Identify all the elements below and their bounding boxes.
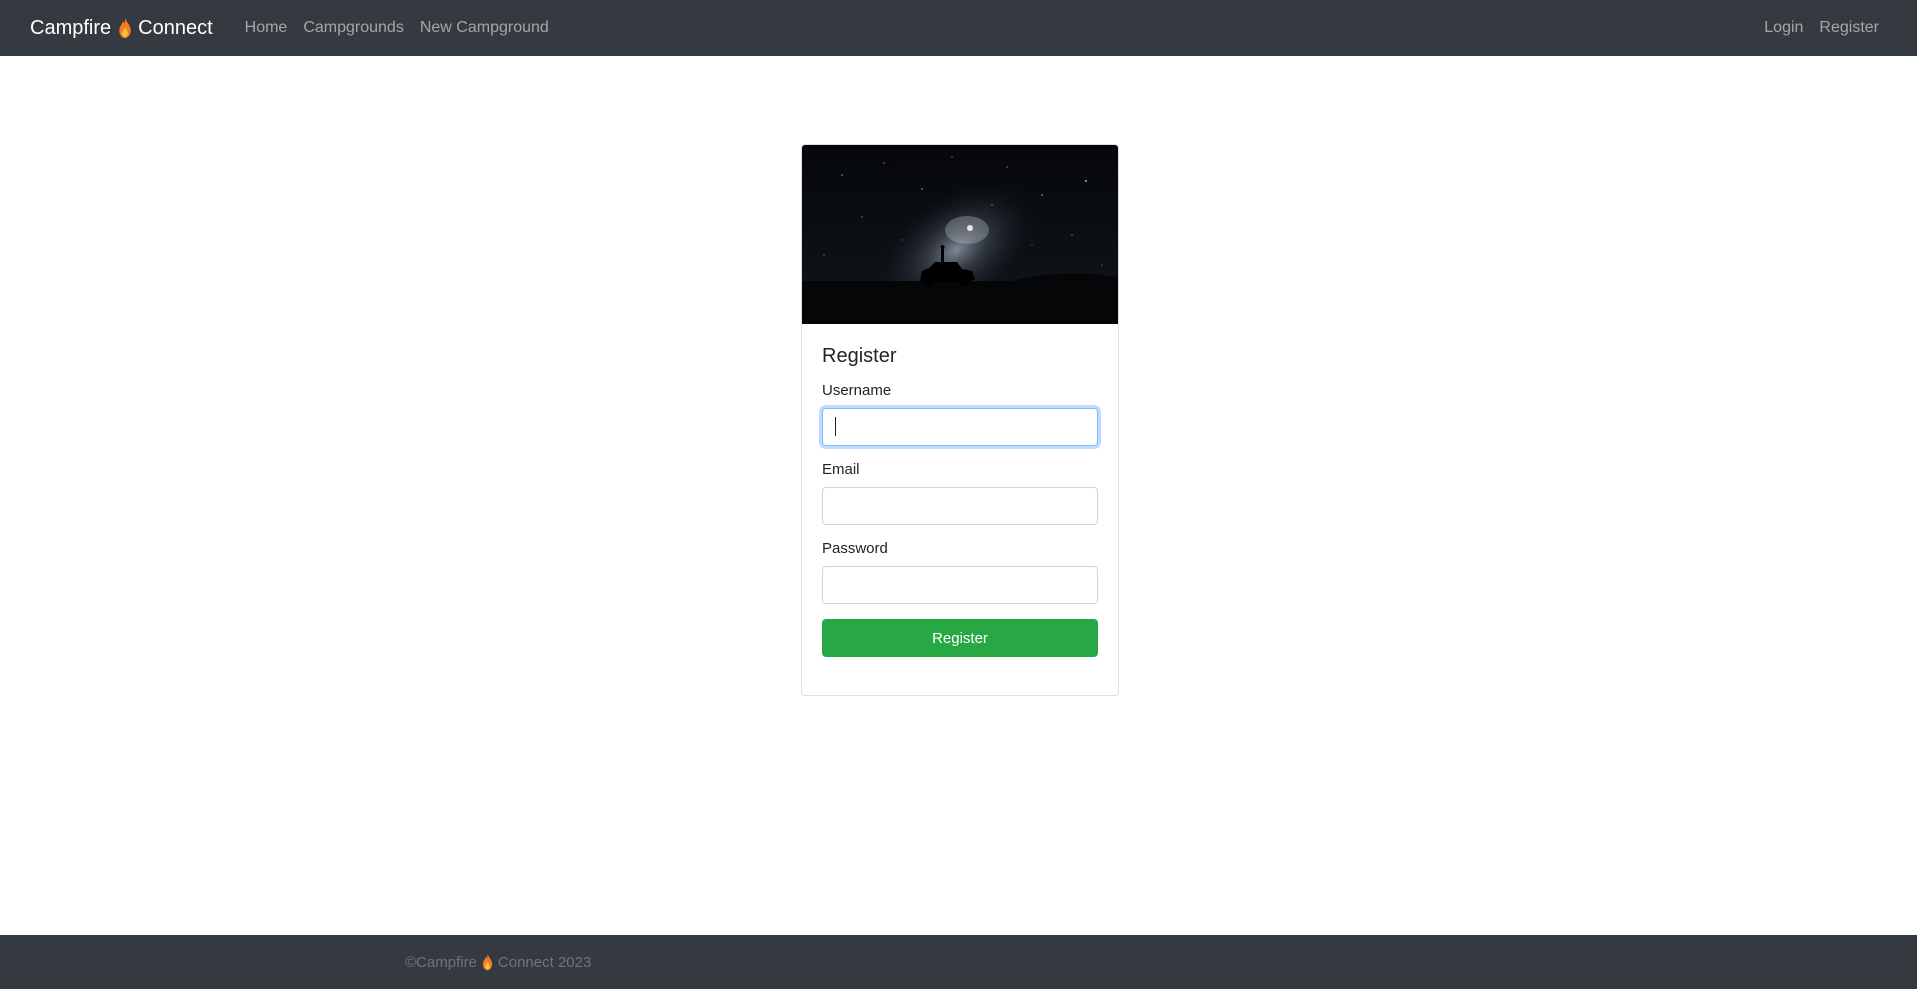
username-input-wrap <box>822 408 1098 446</box>
email-label: Email <box>822 461 860 478</box>
navbar: Campfire Connect Home Campgrounds New Ca… <box>0 0 1917 56</box>
brand-name-right: Connect <box>138 16 213 39</box>
email-input[interactable] <box>822 487 1098 525</box>
register-submit-button[interactable]: Register <box>822 619 1098 657</box>
footer: ©Campfire Connect 2023 <box>0 935 1917 989</box>
nav-register-link[interactable]: Register <box>1811 11 1887 45</box>
username-label: Username <box>822 382 892 399</box>
nav-new-campground-link[interactable]: New Campground <box>412 11 557 45</box>
nav-home-link[interactable]: Home <box>237 11 296 45</box>
register-card: Register Username Email Password Registe… <box>801 144 1119 696</box>
nav-login-link[interactable]: Login <box>1756 11 1811 45</box>
brand-link[interactable]: Campfire Connect <box>30 17 213 40</box>
password-group: Password <box>822 540 1098 604</box>
flame-icon <box>119 17 131 38</box>
email-group: Email <box>822 461 1098 525</box>
nav-campgrounds-link[interactable]: Campgrounds <box>295 11 412 45</box>
username-input[interactable] <box>822 408 1098 446</box>
card-image <box>802 145 1118 324</box>
footer-copyright-prefix: ©Campfire <box>405 953 477 971</box>
nav-auth-links: Login Register <box>1756 11 1887 45</box>
brand-name-left: Campfire <box>30 16 112 39</box>
flame-icon <box>482 953 493 970</box>
footer-copyright-suffix: Connect 2023 <box>497 953 592 971</box>
password-label: Password <box>822 540 888 557</box>
footer-copyright: ©Campfire Connect 2023 <box>405 953 592 971</box>
username-group: Username <box>822 382 1098 446</box>
password-input[interactable] <box>822 566 1098 604</box>
text-caret <box>835 417 836 436</box>
nav-links: Home Campgrounds New Campground <box>237 11 557 45</box>
card-title: Register <box>822 345 897 367</box>
card-body: Register Username Email Password Registe… <box>802 324 1118 677</box>
